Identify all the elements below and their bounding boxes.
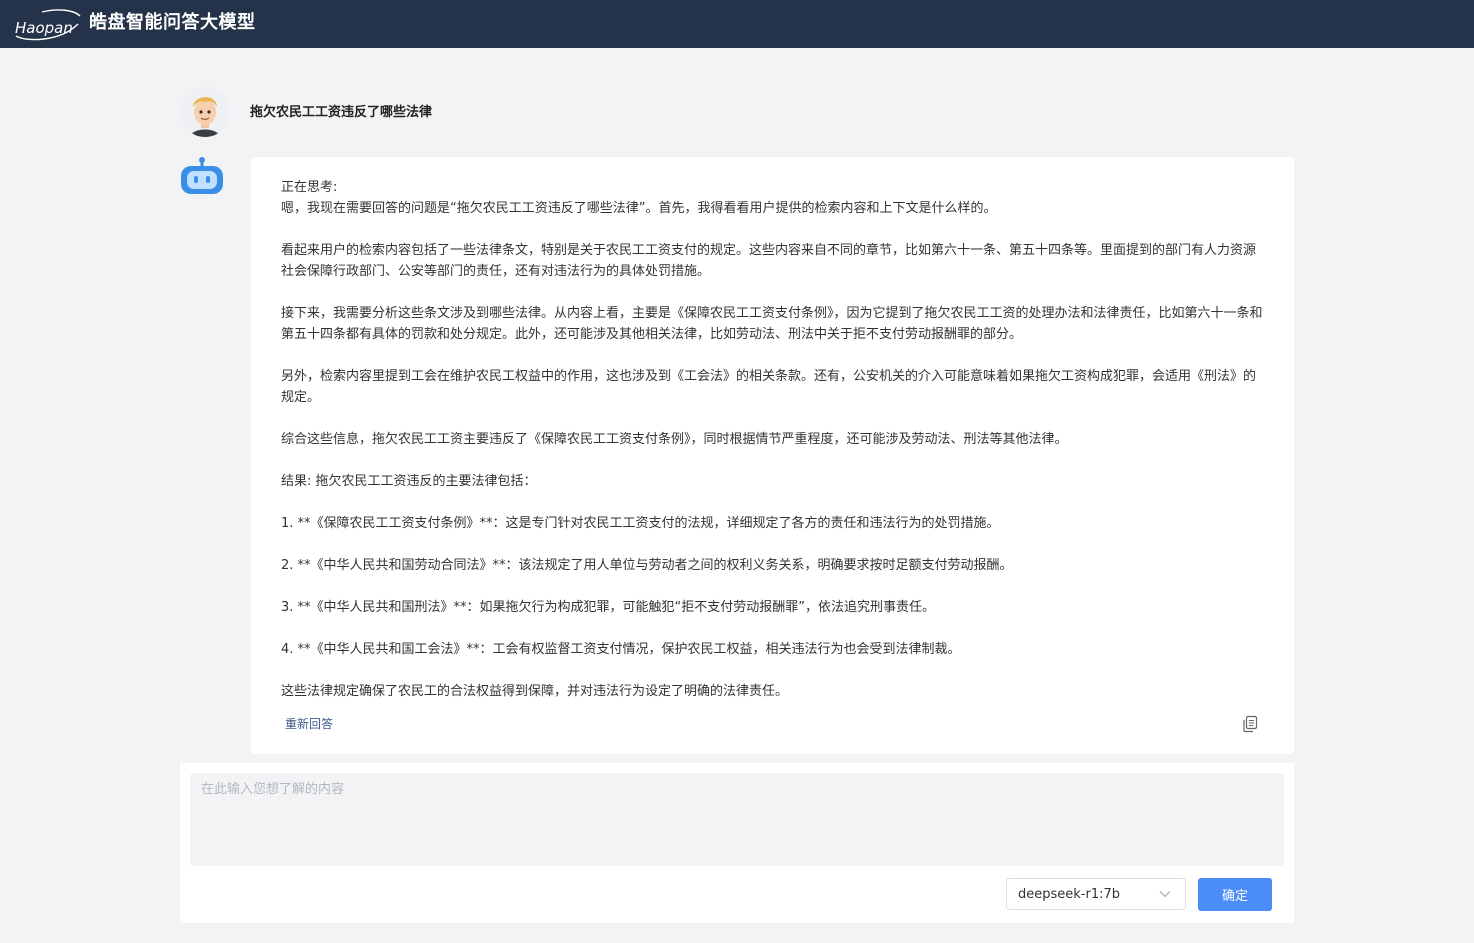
answer-paragraph: 看起来用户的检索内容包括了一些法律条文，特别是关于农民工工资支付的规定。这些内容… xyxy=(281,243,1257,279)
answer-paragraph: 4. **《中华人民共和国工会法》**：工会有权监督工资支付情况，保护农民工权益… xyxy=(281,642,961,657)
bot-avatar xyxy=(179,156,225,196)
answer-paragraph: 3. **《中华人民共和国刑法》**：如果拖欠行为构成犯罪，可能触犯“拒不支付劳… xyxy=(281,600,936,615)
answer-paragraph: 嗯，我现在需要回答的问题是“拖欠农民工工资违反了哪些法律”。首先，我得看看用户提… xyxy=(281,201,997,216)
answer-text: 正在思考: 嗯，我现在需要回答的问题是“拖欠农民工工资违反了哪些法律”。首先，我得… xyxy=(281,177,1266,702)
top-bar: Haopan 皓盘智能问答大模型 xyxy=(0,0,1474,48)
confirm-button[interactable]: 确定 xyxy=(1198,878,1272,911)
svg-text:Haopan: Haopan xyxy=(15,19,73,37)
app-title: 皓盘智能问答大模型 xyxy=(89,12,256,33)
answer-paragraph: 正在思考: xyxy=(281,180,338,195)
composer: deepseek-r1:7b 确定 xyxy=(180,763,1294,923)
answer-paragraph: 结果: 拖欠农民工工资违反的主要法律包括： xyxy=(281,474,537,489)
answer-paragraph: 综合这些信息，拖欠农民工工资主要违反了《保障农民工工资支付条例》，同时根据情节严… xyxy=(281,432,1068,447)
haopan-logo[interactable]: Haopan xyxy=(12,6,82,42)
regenerate-button[interactable]: 重新回答 xyxy=(285,715,333,733)
answer-paragraph: 这些法律规定确保了农民工的合法权益得到保障，并对违法行为设定了明确的法律责任。 xyxy=(281,684,789,699)
answer-paragraph: 另外，检索内容里提到工会在维护农民工权益中的作用，这也涉及到《工会法》的相关条款… xyxy=(281,369,1257,405)
copy-icon[interactable] xyxy=(1242,715,1258,733)
answer-paragraph: 1. **《保障农民工工资支付条例》**：这是专门针对农民工工资支付的法规，详细… xyxy=(281,516,1000,531)
user-avatar-icon xyxy=(180,87,230,137)
question-input[interactable] xyxy=(190,773,1284,866)
model-select[interactable]: deepseek-r1:7b xyxy=(1006,878,1186,910)
answer-paragraph: 接下来，我需要分析这些条文涉及到哪些法律。从内容上看，主要是《保障农民工工资支付… xyxy=(281,306,1263,342)
answer-card: 正在思考: 嗯，我现在需要回答的问题是“拖欠农民工工资违反了哪些法律”。首先，我得… xyxy=(251,157,1294,754)
model-select-value: deepseek-r1:7b xyxy=(1018,886,1121,902)
robot-icon xyxy=(181,157,223,194)
answer-paragraph: 2. **《中华人民共和国劳动合同法》**：该法规定了用人单位与劳动者之间的权利… xyxy=(281,558,1013,573)
user-question: 拖欠农民工工资违反了哪些法律 xyxy=(250,105,433,120)
chevron-down-icon xyxy=(1159,890,1171,898)
user-avatar xyxy=(180,87,230,137)
